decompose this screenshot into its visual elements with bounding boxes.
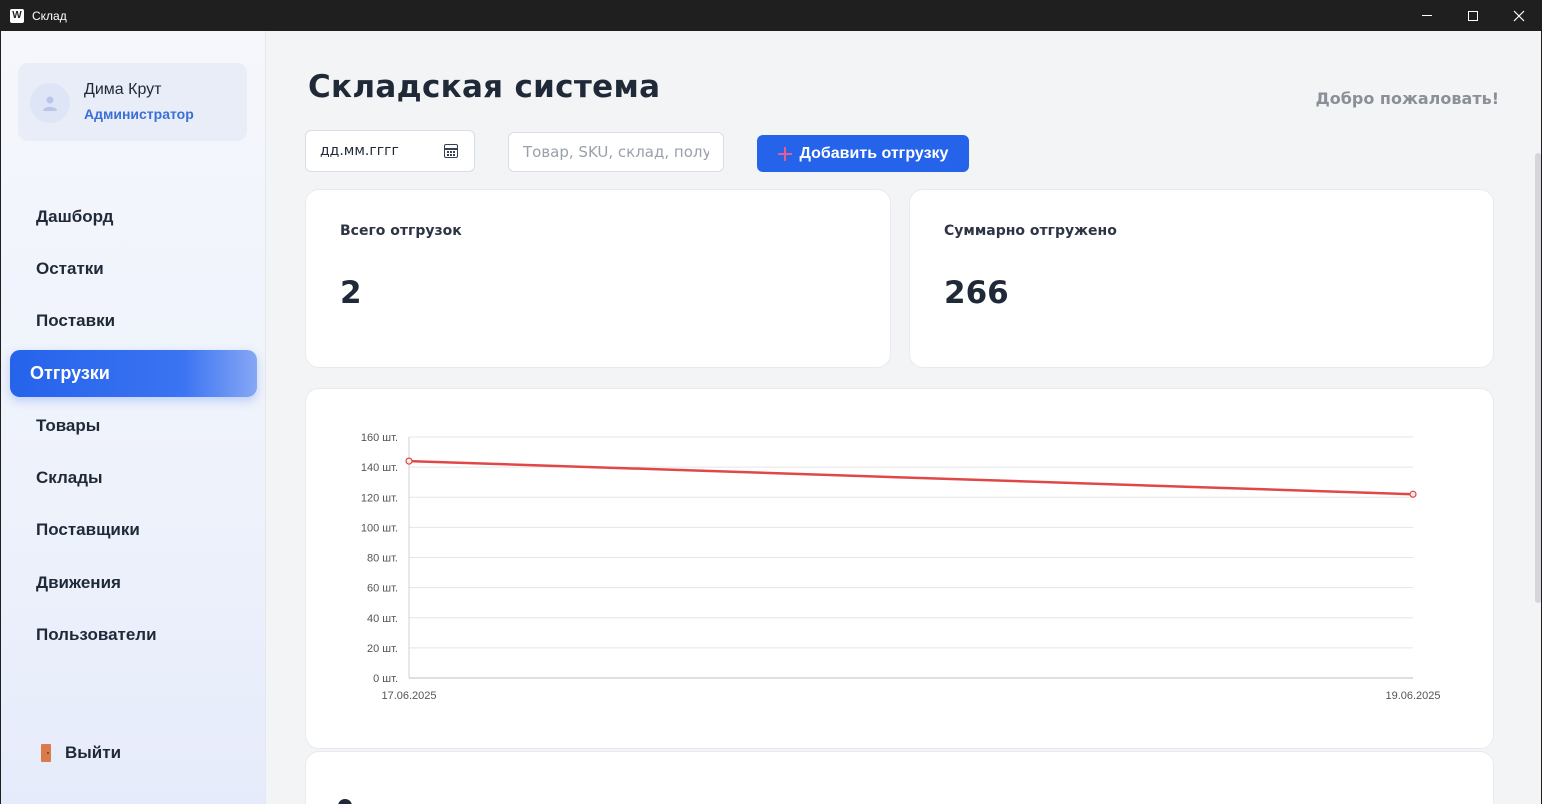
sidebar-item-warehouses[interactable]: Склады xyxy=(10,454,257,501)
search-input[interactable] xyxy=(508,132,724,172)
shipments-chart-card: 0 шт. 20 шт. 40 шт. 60 шт. 80 шт. 100 шт. 120 … xyxy=(305,388,1494,749)
user-icon xyxy=(43,96,57,111)
chart-y-tick-label: 0 шт. xyxy=(373,673,398,685)
chart-y-tick-label: 140 шт. xyxy=(361,462,398,474)
welcome-text: Добро пожаловать! xyxy=(1315,89,1499,108)
total-shipments-value: 2 xyxy=(340,275,362,311)
window-controls xyxy=(1404,0,1542,31)
user-card[interactable]: Дима Крут Администратор xyxy=(18,63,247,141)
door-icon xyxy=(41,744,51,762)
date-placeholder: дд.мм.гггг xyxy=(320,143,399,159)
total-shipped-label: Суммарно отгружено xyxy=(944,223,1117,239)
close-button[interactable] xyxy=(1496,0,1542,31)
chart-x-tick-label: 17.06.2025 xyxy=(381,690,436,702)
chart-data-point xyxy=(1409,490,1417,498)
chart-series-line xyxy=(408,459,1414,496)
user-role: Администратор xyxy=(84,106,194,122)
chart-y-tick-label: 40 шт. xyxy=(367,613,398,625)
chart-y-tick-label: 100 шт. xyxy=(361,522,398,534)
main-content: Складская система Добро пожаловать! дд.м… xyxy=(266,31,1541,804)
plus-icon xyxy=(777,146,792,161)
sidebar-item-users[interactable]: Пользователи xyxy=(10,611,257,658)
chart-y-tick-label: 80 шт. xyxy=(367,553,398,565)
chart-y-tick-label: 160 шт. xyxy=(361,432,398,444)
window-title: Склад xyxy=(32,8,67,23)
maximize-button[interactable] xyxy=(1450,0,1496,31)
total-shipments-label: Всего отгрузок xyxy=(340,223,462,239)
date-filter-input[interactable]: дд.мм.гггг xyxy=(305,130,475,172)
minimize-icon xyxy=(1422,15,1432,16)
user-name: Дима Крут xyxy=(84,81,162,98)
add-shipment-label: Добавить отгрузку xyxy=(799,144,949,162)
total-shipped-card: Суммарно отгружено 266 xyxy=(909,189,1494,368)
title-bar: W Склад xyxy=(0,0,1542,31)
chart-x-tick-label: 19.06.2025 xyxy=(1385,690,1440,702)
total-shipments-card: Всего отгрузок 2 xyxy=(305,189,891,368)
total-shipped-value: 266 xyxy=(944,275,1009,311)
sidebar: Дима Крут Администратор Дашборд Остатки … xyxy=(1,31,266,804)
app-icon: W xyxy=(10,8,24,23)
close-icon xyxy=(1513,10,1525,21)
calendar-icon[interactable] xyxy=(444,144,458,158)
shipments-line-chart: 0 шт. 20 шт. 40 шт. 60 шт. 80 шт. 100 шт. 120 … xyxy=(361,432,1441,702)
sidebar-item-products[interactable]: Товары xyxy=(10,402,257,449)
chart-y-tick-label: 120 шт. xyxy=(361,492,398,504)
sidebar-item-shipments[interactable]: Отгрузки xyxy=(10,350,257,397)
scrollbar[interactable] xyxy=(1533,125,1541,804)
maximize-icon xyxy=(1468,10,1478,21)
sidebar-item-movements[interactable]: Движения xyxy=(10,559,257,606)
chart-y-tick-label: 60 шт. xyxy=(367,583,398,595)
avatar xyxy=(30,83,70,123)
sidebar-item-stock[interactable]: Остатки xyxy=(10,245,257,292)
logout-label: Выйти xyxy=(65,743,122,762)
page-title: Складская система xyxy=(308,69,661,105)
chart-y-tick-label: 20 шт. xyxy=(367,643,398,655)
add-shipment-button[interactable]: Добавить отгрузку xyxy=(757,135,969,172)
sidebar-item-dashboard[interactable]: Дашборд xyxy=(10,193,257,240)
chart-data-point xyxy=(405,457,413,465)
shipments-table-card xyxy=(305,751,1494,804)
minimize-button[interactable] xyxy=(1404,0,1450,31)
sidebar-item-deliveries[interactable]: Поставки xyxy=(10,297,257,344)
logout-button[interactable]: Выйти xyxy=(41,743,121,763)
sidebar-item-suppliers[interactable]: Поставщики xyxy=(10,506,257,553)
scrollbar-thumb[interactable] xyxy=(1535,153,1541,603)
